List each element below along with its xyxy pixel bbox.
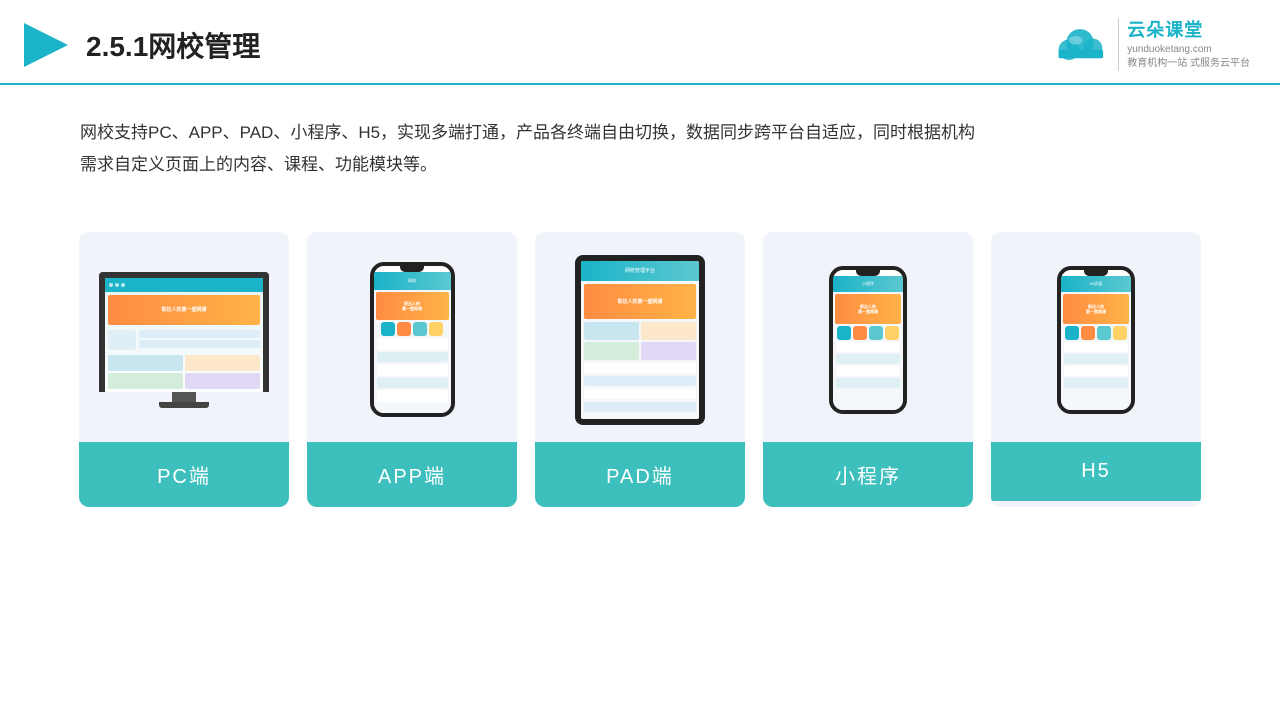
phone-mock-app: 网校 职达人的第一堂网课 — [370, 262, 455, 417]
cards-container: 职达人的第一堂网课 — [0, 212, 1280, 537]
description-line2: 需求自定义页面上的内容、课程、功能模块等。 — [80, 149, 1200, 181]
logo-tagline: 教育机构一站 式服务云平台 — [1127, 57, 1250, 71]
card-h5: H5页面 职达人的第一堂网课 — [991, 232, 1201, 507]
header-left: 2.5.1网校管理 — [20, 19, 260, 71]
card-miniprogram-image: 小程序 职达人的第一堂网课 — [763, 232, 973, 442]
card-h5-image: H5页面 职达人的第一堂网课 — [991, 232, 1201, 442]
play-icon — [20, 19, 72, 71]
card-app-image: 网校 职达人的第一堂网课 — [307, 232, 517, 442]
description-block: 网校支持PC、APP、PAD、小程序、H5，实现多端打通，产品各终端自由切换，数… — [0, 85, 1280, 202]
logo-text-block: 云朵课堂 yunduoketang.com 教育机构一站 式服务云平台 — [1118, 18, 1250, 71]
logo-area: 云朵课堂 yunduoketang.com 教育机构一站 式服务云平台 — [1050, 18, 1250, 71]
card-h5-label: H5 — [991, 442, 1201, 501]
card-pad-label: PAD端 — [535, 442, 745, 507]
card-pad: 网校管理平台 职达人的第一堂网课 — [535, 232, 745, 507]
card-miniprogram: 小程序 职达人的第一堂网课 — [763, 232, 973, 507]
card-app: 网校 职达人的第一堂网课 — [307, 232, 517, 507]
phone-mock-h5: H5页面 职达人的第一堂网课 — [1057, 266, 1135, 414]
tablet-mock: 网校管理平台 职达人的第一堂网课 — [575, 255, 705, 425]
logo-name: 云朵课堂 — [1127, 18, 1250, 43]
card-pad-image: 网校管理平台 职达人的第一堂网课 — [535, 232, 745, 442]
card-pc-label: PC端 — [79, 442, 289, 507]
description-line1: 网校支持PC、APP、PAD、小程序、H5，实现多端打通，产品各终端自由切换，数… — [80, 117, 1200, 149]
cloud-logo-icon — [1050, 25, 1110, 65]
card-app-label: APP端 — [307, 442, 517, 507]
card-pc-image: 职达人的第一堂网课 — [79, 232, 289, 442]
card-miniprogram-label: 小程序 — [763, 442, 973, 507]
monitor-mock: 职达人的第一堂网课 — [99, 272, 269, 408]
monitor-screen: 职达人的第一堂网课 — [99, 272, 269, 392]
logo-url: yunduoketang.com — [1127, 43, 1250, 57]
card-pc: 职达人的第一堂网课 — [79, 232, 289, 507]
phone-mock-mini: 小程序 职达人的第一堂网课 — [829, 266, 907, 414]
header: 2.5.1网校管理 云朵课堂 yunduoketang.com 教育机构一站 式… — [0, 0, 1280, 85]
page-title: 2.5.1网校管理 — [86, 25, 260, 65]
